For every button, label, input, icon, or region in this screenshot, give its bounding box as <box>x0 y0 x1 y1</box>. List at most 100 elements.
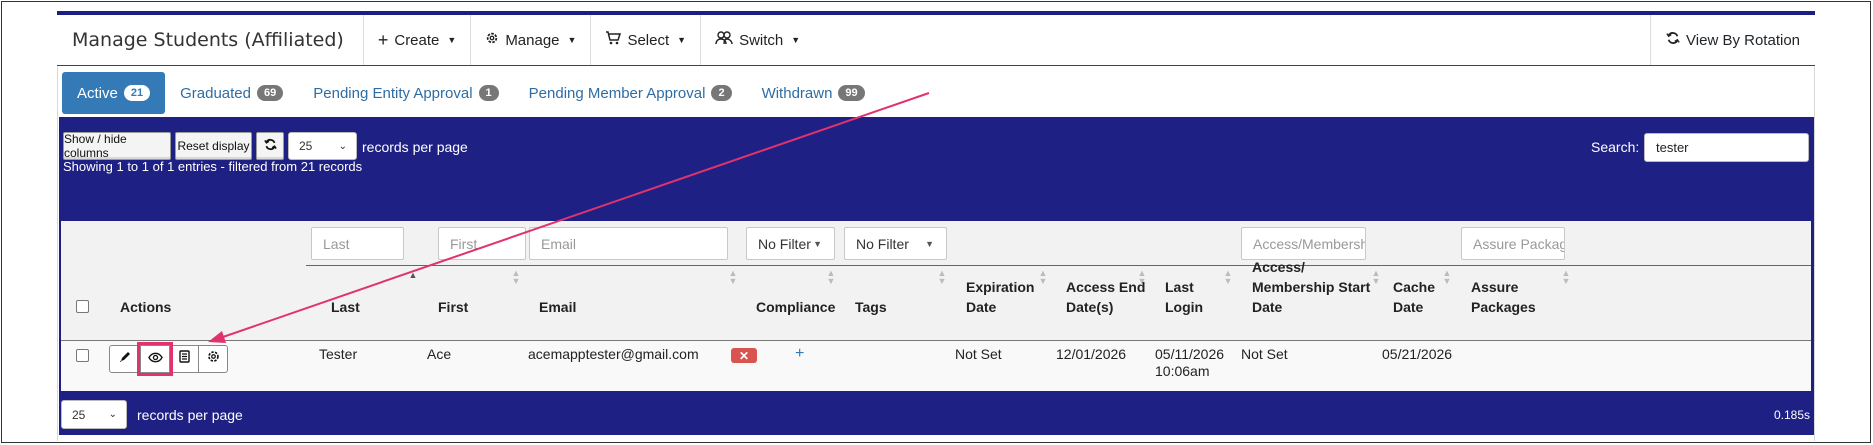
caret-down-icon: ▼ <box>567 35 577 45</box>
header-line-1: Last <box>1165 279 1194 295</box>
sort-icon[interactable]: ▲ ▼ <box>1038 269 1048 286</box>
manage-menu-button[interactable]: Manage ▼ <box>470 15 590 65</box>
first-cell: Ace <box>427 346 452 362</box>
header-line-1: Cache <box>1393 279 1436 295</box>
assure-package-filter-input[interactable]: Assure Package <box>1461 227 1565 260</box>
compliance-status-badge[interactable]: ✕ <box>731 348 757 363</box>
row-actions <box>109 342 228 376</box>
switch-menu-label: Switch <box>739 31 784 49</box>
elapsed-time: 0.185s <box>1773 408 1810 422</box>
email-header[interactable]: Email <box>539 297 576 317</box>
tab-pending-entity-approval[interactable]: Pending Entity Approval 1 <box>298 76 513 111</box>
caret-down-icon: ▼ <box>925 238 934 249</box>
page-size-value: 25 <box>299 139 313 153</box>
refresh-button[interactable] <box>256 132 284 160</box>
assure-packages-header[interactable]: Assure Packages <box>1471 277 1536 317</box>
last-login-cell: 05/11/2026 10:06am <box>1155 344 1224 381</box>
select-all-checkbox[interactable] <box>76 300 89 313</box>
document-button[interactable] <box>169 345 199 373</box>
tab-graduated[interactable]: Graduated 69 <box>165 76 298 111</box>
sort-icon[interactable]: ▲ ▼ <box>937 269 947 286</box>
page-size-select[interactable]: 25 ⌄ <box>288 132 357 160</box>
select-menu-button[interactable]: Select ▼ <box>590 15 700 65</box>
reset-display-button[interactable]: Reset display <box>175 132 252 160</box>
caret-down-icon: ▼ <box>791 35 801 45</box>
compliance-filter-select[interactable]: No Filter ▼ <box>746 227 835 260</box>
settings-button[interactable] <box>198 345 228 373</box>
tab-label: Graduated <box>180 84 251 102</box>
pencil-icon <box>119 350 131 368</box>
top-navbar: Manage Students (Affiliated) + Create ▼ … <box>57 11 1815 66</box>
cache-date-header[interactable]: Cache Date <box>1393 277 1435 317</box>
table-row: Tester Ace acemapptester@gmail.com ✕ + N… <box>61 341 1811 391</box>
sort-icon[interactable]: ▲ ▼ <box>1561 269 1571 286</box>
status-tabs: Active 21 Graduated 69 Pending Entity Ap… <box>62 72 880 114</box>
footer-page-size-select[interactable]: 25 ⌄ <box>61 400 127 429</box>
count-badge: 99 <box>838 85 865 101</box>
sort-icon[interactable]: ▲ ▼ <box>826 269 836 286</box>
create-menu-label: Create <box>394 31 440 49</box>
actions-header: Actions <box>120 299 172 315</box>
header-line-2: Login <box>1165 299 1204 315</box>
entries-info: Showing 1 to 1 of 1 entries - filtered f… <box>63 159 363 174</box>
view-by-rotation-button[interactable]: View By Rotation <box>1650 15 1815 65</box>
document-icon <box>178 350 190 368</box>
edit-button[interactable] <box>109 345 141 373</box>
header-line-2: Packages <box>1471 299 1536 315</box>
switch-menu-button[interactable]: Switch ▼ <box>700 15 814 65</box>
tags-filter-select[interactable]: No Filter ▼ <box>844 227 947 260</box>
search-label: Search: <box>1591 139 1640 155</box>
show-hide-columns-button[interactable]: Show / hide columns <box>63 132 171 160</box>
tab-label: Active <box>77 84 118 102</box>
header-line-2: Date(s) <box>1066 299 1114 315</box>
access-end-date-cell: 12/01/2026 <box>1056 346 1127 362</box>
email-filter-input[interactable]: Email <box>529 227 728 260</box>
compliance-header[interactable]: Compliance <box>756 297 835 317</box>
last-header[interactable]: Last <box>331 297 360 317</box>
header-line-2: Date <box>1393 299 1424 315</box>
sort-asc-icon[interactable]: ▲ <box>408 271 418 280</box>
compliance-filter-value: No Filter <box>758 235 811 252</box>
sort-icon[interactable]: ▲ ▼ <box>728 269 738 286</box>
sort-icon[interactable]: ▲ ▼ <box>1371 269 1381 286</box>
access-end-date-header[interactable]: Access End Date(s) <box>1066 277 1145 317</box>
last-login-time: 10:06am <box>1155 363 1210 379</box>
tab-withdrawn[interactable]: Withdrawn 99 <box>747 76 880 111</box>
create-menu-button[interactable]: + Create ▼ <box>362 15 470 65</box>
last-filter-input[interactable]: Last <box>311 227 404 260</box>
first-filter-input[interactable]: First <box>438 227 526 260</box>
tab-label: Pending Member Approval <box>528 84 706 102</box>
header-line-1: Assure <box>1471 279 1519 295</box>
students-table-panel: Show / hide columns Reset display 25 ⌄ r… <box>59 117 1814 435</box>
tab-label: Withdrawn <box>761 84 833 102</box>
footer-records-per-page-label: records per page <box>137 407 243 423</box>
manage-menu-label: Manage <box>505 31 560 49</box>
view-by-rotation-label: View By Rotation <box>1686 31 1800 49</box>
tab-active[interactable]: Active 21 <box>62 72 166 114</box>
access-membership-start-header[interactable]: Access/ Membership Start Date <box>1252 257 1370 317</box>
tab-label: Pending Entity Approval <box>313 84 473 102</box>
count-badge: 2 <box>711 85 732 101</box>
tab-pending-member-approval[interactable]: Pending Member Approval 2 <box>514 76 747 111</box>
refresh-icon <box>263 138 277 154</box>
view-button[interactable] <box>137 342 173 376</box>
access-membership-filter-input[interactable]: Access/Membership <box>1241 227 1366 260</box>
add-tag-link[interactable]: + <box>795 345 804 363</box>
sort-icon[interactable]: ▲ ▼ <box>1442 269 1452 286</box>
tags-header[interactable]: Tags <box>855 297 887 317</box>
last-login-header[interactable]: Last Login <box>1165 277 1203 317</box>
first-header[interactable]: First <box>438 297 468 317</box>
expiration-date-header[interactable]: Expiration Date <box>966 277 1034 317</box>
gear-icon <box>207 350 220 368</box>
search-input[interactable]: tester <box>1644 133 1809 162</box>
students-grid: Last First Email No Filter ▼ No Filter ▼… <box>61 221 1811 391</box>
records-per-page-label: records per page <box>362 139 468 155</box>
page-size-value: 25 <box>72 407 86 422</box>
count-badge: 69 <box>257 85 284 101</box>
row-select-checkbox[interactable] <box>76 349 89 362</box>
last-cell: Tester <box>319 346 358 362</box>
email-cell: acemapptester@gmail.com <box>528 346 699 362</box>
sort-icon[interactable]: ▲ ▼ <box>1223 269 1233 286</box>
sort-icon[interactable]: ▲ ▼ <box>511 269 521 286</box>
filter-divider <box>306 265 1811 266</box>
